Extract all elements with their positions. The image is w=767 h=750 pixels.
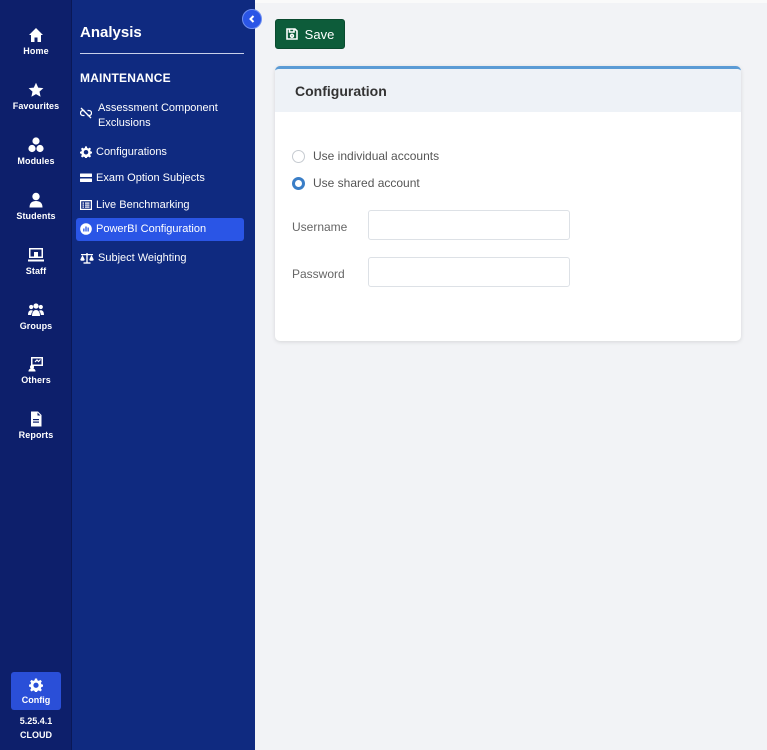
sidebar-item-subject-weighting[interactable]: Subject Weighting <box>76 247 244 270</box>
icon-rail: Home Favourites Modules Students Staff G… <box>0 0 72 750</box>
rail-item-students[interactable]: Students <box>0 192 72 242</box>
radio-shared-account-circle[interactable] <box>292 176 305 190</box>
sidebar-item-powerbi-configuration[interactable]: PowerBI Configuration <box>76 218 244 241</box>
sidebar-title: Analysis <box>80 24 142 41</box>
username-label: Username <box>292 220 348 234</box>
rail-item-label: Groups <box>19 321 53 331</box>
sidebar-item-label: Configurations <box>96 146 167 158</box>
sidebar-item-configurations[interactable]: Configurations <box>76 141 244 164</box>
radio-shared-account-label: Use shared account <box>313 176 420 190</box>
staff-icon <box>28 248 44 262</box>
groups-icon <box>28 303 44 316</box>
password-input[interactable] <box>368 257 570 287</box>
star-icon <box>28 82 44 97</box>
unlink-icon <box>80 107 92 119</box>
rail-item-others[interactable]: Others <box>0 356 72 406</box>
rail-item-reports[interactable]: Reports <box>0 411 72 461</box>
table-icon <box>80 200 92 210</box>
rail-item-config[interactable]: Config <box>11 672 61 710</box>
gear-icon <box>80 146 92 158</box>
scale-icon <box>80 253 94 264</box>
radio-individual-accounts-label: Use individual accounts <box>313 149 440 163</box>
rail-item-label: Favourites <box>12 101 60 111</box>
sidebar-section-heading: MAINTENANCE <box>80 71 171 85</box>
collapse-sidebar-button[interactable] <box>242 9 262 29</box>
rail-item-label: Students <box>16 211 56 221</box>
rail-item-label: Modules <box>17 156 55 166</box>
configuration-card: Configuration Use individual accounts Us… <box>275 66 741 341</box>
sidebar-item-label: Assessment Component Exclusions <box>98 102 218 129</box>
rail-item-staff[interactable]: Staff <box>0 247 72 297</box>
top-strip <box>255 0 767 3</box>
rail-config-label: Config <box>21 694 51 705</box>
rail-item-label: Reports <box>18 430 54 440</box>
save-button[interactable]: Save <box>275 19 345 49</box>
sidebar-item-label: PowerBI Configuration <box>96 223 207 235</box>
rail-item-label: Others <box>21 375 51 385</box>
rail-item-label: Staff <box>25 266 47 276</box>
rail-item-modules[interactable]: Modules <box>0 137 72 187</box>
sidebar-item-label: Subject Weighting <box>98 252 187 264</box>
others-icon <box>28 357 43 372</box>
floppy-disk-icon <box>285 28 298 40</box>
sidebar-item-live-benchmarking[interactable]: Live Benchmarking <box>76 194 244 217</box>
app-edition: CLOUD <box>20 730 52 740</box>
rail-item-groups[interactable]: Groups <box>0 302 72 352</box>
rail-item-label: Home <box>23 46 49 56</box>
chevron-left-icon <box>249 15 255 23</box>
sidebar-item-label: Exam Option Subjects <box>96 172 205 184</box>
powerbi-icon <box>80 223 92 235</box>
radio-individual-accounts[interactable]: Use individual accounts <box>292 149 439 163</box>
password-label: Password <box>292 267 345 281</box>
sidebar-item-exam-option-subjects[interactable]: Exam Option Subjects <box>76 167 244 190</box>
gear-icon <box>29 677 43 692</box>
radio-individual-accounts-circle[interactable] <box>292 149 305 163</box>
analysis-sidebar: Analysis MAINTENANCE Assessment Componen… <box>72 0 255 750</box>
student-icon <box>29 192 43 208</box>
save-button-label: Save <box>304 26 335 42</box>
card-title: Configuration <box>295 83 387 99</box>
sidebar-divider <box>80 53 244 54</box>
card-header: Configuration <box>275 69 741 112</box>
rail-item-home[interactable]: Home <box>0 27 72 77</box>
radio-shared-account[interactable]: Use shared account <box>292 176 420 190</box>
list-icon <box>80 173 92 182</box>
home-icon <box>29 28 43 42</box>
report-icon <box>31 411 42 427</box>
app-version: 5.25.4.1 <box>19 716 53 726</box>
username-input[interactable] <box>368 210 570 240</box>
sidebar-item-label: Live Benchmarking <box>96 199 190 211</box>
sidebar-item-assessment-component-exclusions[interactable]: Assessment Component Exclusions <box>76 97 244 135</box>
rail-item-favourites[interactable]: Favourites <box>0 82 72 132</box>
modules-icon <box>28 137 44 153</box>
